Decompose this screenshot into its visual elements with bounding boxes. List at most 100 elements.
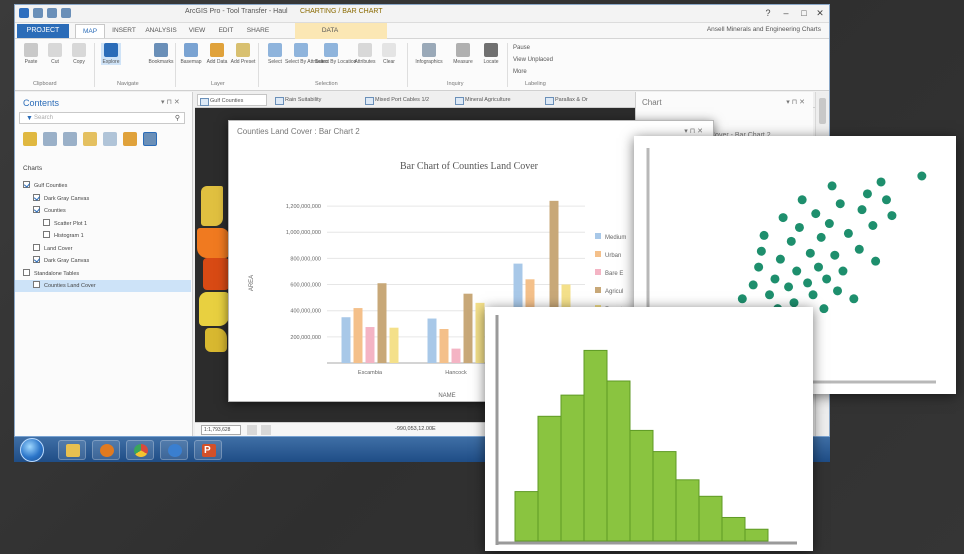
tab-mineral-agriculture[interactable]: Mineral Agriculture (453, 94, 537, 106)
tree-item[interactable]: Scatter Plot 1 (15, 218, 191, 230)
tree-item-label: Standalone Tables (34, 270, 80, 277)
media-icon (100, 444, 114, 457)
scale-input[interactable]: 1:1,793,628 (201, 425, 241, 435)
visibility-checkbox[interactable] (33, 206, 40, 213)
tab-map[interactable]: MAP (75, 24, 105, 38)
ribbon-divider (407, 43, 408, 87)
tab-gulf-counties[interactable]: Gulf Counties (197, 94, 267, 106)
visibility-checkbox[interactable] (33, 256, 40, 263)
histogram-bar (537, 415, 562, 542)
explore-button[interactable]: Explore (101, 43, 121, 65)
view-unplaced-button[interactable]: View Unplaced (513, 57, 553, 63)
group-label-layer: Layer (211, 81, 225, 87)
redo-icon[interactable] (61, 8, 71, 18)
county-polygon[interactable] (201, 186, 223, 226)
paste-button[interactable]: Paste (21, 43, 41, 65)
close-button[interactable]: ✕ (813, 7, 827, 19)
infographics-button[interactable]: Infographics (415, 43, 443, 65)
scale-dropdown-icon[interactable] (247, 425, 257, 435)
coordinate-readout: -990,053,12.00E (395, 426, 436, 432)
basemap-button[interactable]: Basemap (180, 43, 202, 65)
list-by-source-icon[interactable] (43, 132, 57, 146)
taskbar-explorer-button[interactable] (58, 440, 86, 460)
scatter-point (871, 256, 881, 266)
scrollbar-thumb[interactable] (819, 98, 826, 124)
list-by-selection-icon[interactable] (63, 132, 77, 146)
tab-parallax[interactable]: Parallax & Or (543, 94, 623, 106)
tab-data[interactable]: DATA (315, 24, 345, 38)
minimize-button[interactable]: – (779, 7, 793, 19)
filter-icon[interactable]: ▼ (26, 115, 33, 122)
contents-pane-controls[interactable]: ▾ ⊓ ✕ (161, 98, 180, 106)
list-by-editing-icon[interactable] (83, 132, 97, 146)
scatter-point (857, 205, 867, 215)
visibility-checkbox[interactable] (33, 243, 40, 251)
county-polygon[interactable] (199, 292, 229, 326)
tree-item[interactable]: Counties (15, 205, 191, 217)
clear-button[interactable]: Clear (379, 43, 399, 65)
tree-item[interactable]: Gulf Counties (15, 180, 191, 192)
tab-edit[interactable]: EDIT (213, 24, 239, 38)
scatter-point (792, 266, 802, 276)
attributes-button[interactable]: Attributes (354, 43, 376, 65)
bookmarks-button[interactable]: Bookmarks (148, 43, 174, 65)
taskbar-powerpoint-button[interactable]: P (194, 440, 222, 460)
select-by-attributes-button[interactable]: Select By Attributes (285, 43, 328, 65)
county-polygon[interactable] (205, 328, 227, 352)
copy-button[interactable]: Copy (69, 43, 89, 65)
save-icon[interactable] (33, 8, 43, 18)
contents-search-input[interactable]: ▼ Search ⚲ (19, 112, 185, 124)
tree-item[interactable]: Histogram 1 (15, 230, 191, 242)
maximize-button[interactable]: □ (797, 7, 811, 19)
grid-icon[interactable] (261, 425, 271, 435)
taskbar-arcgis-button[interactable] (160, 440, 188, 460)
taskbar-chrome-button[interactable] (126, 440, 154, 460)
add-preset-button[interactable]: Add Preset (231, 43, 255, 65)
tab-rain-suitability[interactable]: Rain Suitability (273, 94, 357, 106)
chart-pane-controls[interactable]: ▾ ⊓ ✕ (786, 98, 805, 106)
signed-in-user[interactable]: Ansell Minerals and Engineering Charts (707, 26, 821, 33)
start-button[interactable] (20, 438, 44, 462)
county-polygon[interactable] (203, 258, 229, 290)
visibility-checkbox[interactable] (23, 181, 30, 188)
select-by-location-button[interactable]: Select By Location (315, 43, 356, 65)
select-button[interactable]: Select (265, 43, 285, 65)
tree-item[interactable]: Counties Land Cover (15, 280, 191, 292)
list-by-drawing-order-icon[interactable] (23, 132, 37, 146)
visibility-checkbox[interactable] (33, 281, 40, 288)
visibility-checkbox[interactable] (43, 231, 50, 238)
taskbar-media-button[interactable] (92, 440, 120, 460)
cut-button[interactable]: Cut (45, 43, 65, 65)
measure-button[interactable]: Measure (453, 43, 473, 65)
tab-mixed-port-cables[interactable]: Mixed Port Cables 1/2 (363, 94, 447, 106)
visibility-checkbox[interactable] (23, 268, 30, 276)
bar-chart-window-title: Counties Land Cover : Bar Chart 2 (237, 127, 360, 136)
visibility-checkbox[interactable] (43, 218, 50, 226)
tree-item[interactable]: Standalone Tables (15, 268, 191, 280)
list-by-labeling-icon[interactable] (123, 132, 137, 146)
histogram-bar (721, 516, 746, 542)
tree-item[interactable]: Dark Gray Canvas (15, 255, 191, 267)
list-by-snapping-icon[interactable] (103, 132, 117, 146)
tab-project[interactable]: PROJECT (17, 24, 69, 38)
bar-chart-window-controls[interactable]: ▾ ⊓ ✕ (684, 127, 703, 135)
add-data-button[interactable]: Add Data (207, 43, 227, 65)
search-icon[interactable]: ⚲ (175, 114, 180, 122)
undo-icon[interactable] (47, 8, 57, 18)
tree-item[interactable]: Land Cover (15, 243, 191, 255)
tab-insert[interactable]: INSERT (109, 24, 139, 38)
help-button[interactable]: ? (761, 7, 775, 19)
more-labeling-button[interactable]: More (513, 69, 527, 75)
list-by-charts-icon[interactable] (143, 132, 157, 146)
locate-button[interactable]: Locate (481, 43, 501, 65)
visibility-checkbox[interactable] (33, 193, 40, 201)
tree-item[interactable]: Dark Gray Canvas (15, 193, 191, 205)
pause-labeling-button[interactable]: Pause (513, 45, 530, 51)
county-polygon[interactable] (197, 228, 229, 258)
tab-share[interactable]: SHARE (243, 24, 273, 38)
tab-view[interactable]: VIEW (183, 24, 211, 38)
tab-analysis[interactable]: ANALYSIS (143, 24, 179, 38)
y-tick-label: 200,000,000 (290, 335, 321, 341)
chart-pane-title: Chart (642, 98, 662, 107)
x-tick-label: Hancock (445, 370, 467, 376)
